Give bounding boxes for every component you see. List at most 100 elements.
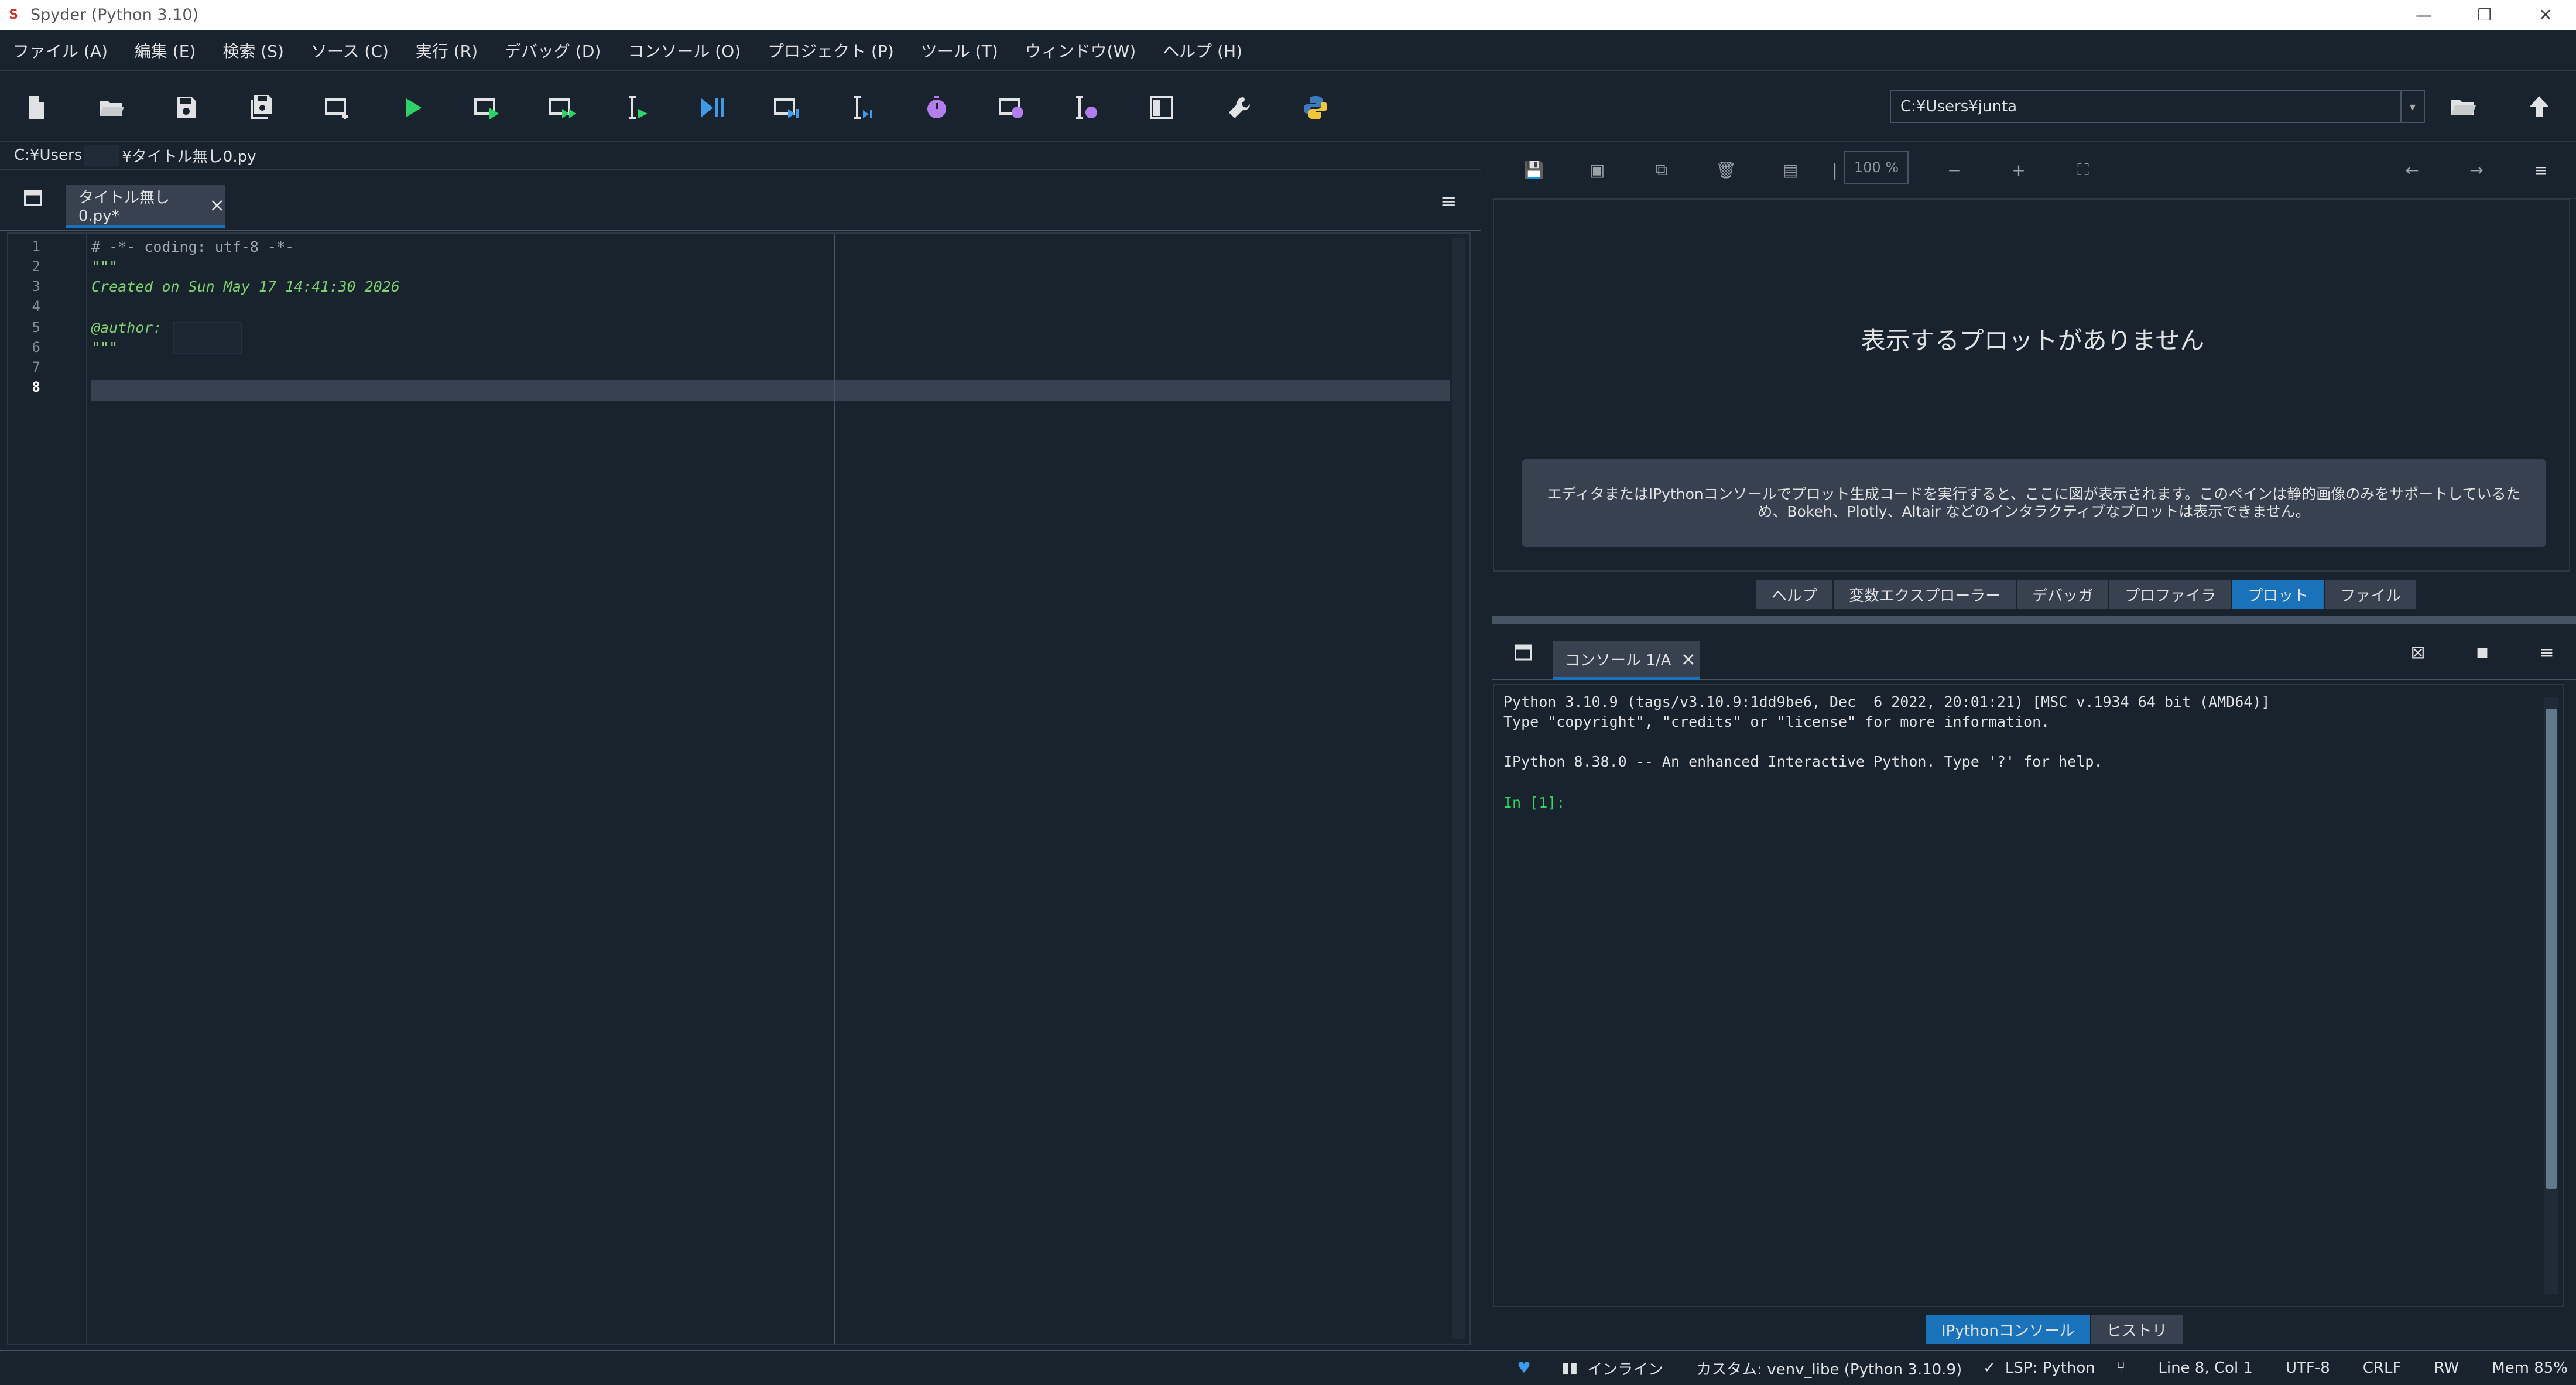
- redacted-segment: [84, 145, 120, 166]
- close-window-button[interactable]: ✕: [2515, 0, 2576, 30]
- next-plot-icon[interactable]: →: [2465, 158, 2488, 182]
- title-bar: S Spyder (Python 3.10) — ❐ ✕: [0, 0, 2576, 30]
- status-memory: Mem 85%: [2492, 1359, 2568, 1377]
- status-cursor: Line 8, Col 1: [2158, 1359, 2253, 1377]
- save-icon[interactable]: [167, 89, 205, 126]
- line-number-current: 8: [32, 379, 40, 395]
- console-scrollbar[interactable]: [2544, 697, 2558, 1294]
- editor-pane: C:¥Users ¥タイトル無し0.py タイトル無し0.py* × ≡ 1 2…: [0, 142, 1481, 1348]
- minimize-button[interactable]: —: [2393, 0, 2454, 30]
- parent-directory-icon[interactable]: [2520, 88, 2558, 125]
- tab-plots[interactable]: プロット: [2232, 580, 2325, 609]
- working-directory-text: C:¥Users¥junta: [1900, 98, 2017, 115]
- plots-options-icon[interactable]: ≡: [2529, 158, 2553, 182]
- editor-file-tab[interactable]: タイトル無し0.py* ×: [66, 185, 225, 228]
- profile-selection-icon[interactable]: [1068, 89, 1105, 126]
- git-branch-icon[interactable]: ⑂: [2116, 1359, 2126, 1377]
- window-title: Spyder (Python 3.10): [30, 6, 199, 24]
- browse-consoles-icon[interactable]: [1513, 642, 1534, 663]
- menu-tools[interactable]: ツール (T): [921, 39, 998, 62]
- status-rw: RW: [2434, 1359, 2459, 1377]
- close-tab-icon[interactable]: ×: [209, 194, 225, 216]
- working-directory-field[interactable]: C:¥Users¥junta ▾: [1890, 90, 2425, 123]
- breadcrumb-path-start: C:¥Users: [14, 146, 83, 164]
- menu-search[interactable]: 検索 (S): [222, 39, 284, 62]
- python-path-icon[interactable]: [1297, 89, 1334, 126]
- close-console-icon[interactable]: ×: [1680, 648, 1696, 670]
- menu-debug[interactable]: デバッグ (D): [505, 39, 601, 62]
- breadcrumb-path-end: ¥タイトル無し0.py: [122, 148, 256, 166]
- console-tab-label: コンソール 1/A: [1565, 651, 1671, 669]
- code-editor[interactable]: 1 2 3 4 5 6 7 8 # -*- coding: utf-8 -*- …: [7, 232, 1471, 1345]
- profile-cell-icon[interactable]: [993, 89, 1030, 126]
- run-icon[interactable]: [393, 89, 431, 126]
- save-plot-icon[interactable]: 💾: [1522, 158, 1546, 182]
- open-file-icon[interactable]: [93, 89, 130, 126]
- zoom-out-icon[interactable]: −: [1943, 158, 1966, 182]
- pane-splitter[interactable]: [1492, 616, 2576, 624]
- debug-selection-icon[interactable]: [843, 89, 881, 126]
- bar-chart-icon: ▮▮: [1561, 1359, 1578, 1377]
- console-tab[interactable]: コンソール 1/A ×: [1553, 641, 1700, 680]
- remove-plot-icon[interactable]: 🗑: [1714, 158, 1738, 182]
- new-file-icon[interactable]: [18, 89, 55, 126]
- save-all-plots-icon[interactable]: ▣: [1585, 158, 1609, 182]
- preferences-icon[interactable]: [1221, 89, 1258, 126]
- status-env[interactable]: カスタム: venv_libe (Python 3.10.9): [1696, 1357, 1962, 1379]
- remove-all-plots-icon[interactable]: ▤: [1779, 158, 1802, 182]
- save-all-icon[interactable]: [242, 89, 280, 126]
- copy-plot-icon[interactable]: ⧉: [1650, 158, 1673, 182]
- status-lsp[interactable]: ✓ LSP: Python: [1983, 1359, 2095, 1377]
- run-cell-advance-icon[interactable]: [543, 89, 581, 126]
- tab-files[interactable]: ファイル: [2325, 580, 2418, 609]
- line-number: 3: [32, 278, 40, 295]
- line-number: 1: [32, 238, 40, 255]
- menu-help[interactable]: ヘルプ (H): [1163, 39, 1242, 62]
- zoom-in-icon[interactable]: +: [2007, 158, 2030, 182]
- run-selection-icon[interactable]: [618, 89, 656, 126]
- plots-toolbar: 💾 ▣ ⧉ 🗑 ▤ | − + ⛶ ← → ≡: [1492, 142, 2576, 199]
- editor-scrollbar[interactable]: [1452, 238, 1465, 1339]
- menu-run[interactable]: 実行 (R): [416, 39, 478, 62]
- console-options-icon[interactable]: ≡: [2535, 641, 2558, 664]
- tab-history[interactable]: ヒストリ: [2091, 1315, 2184, 1344]
- code-line: # -*- coding: utf-8 -*-: [91, 238, 294, 255]
- debug-icon[interactable]: [693, 89, 731, 126]
- run-cell-icon[interactable]: [468, 89, 506, 126]
- restore-button[interactable]: ❐: [2454, 0, 2515, 30]
- line-number: 7: [32, 359, 40, 375]
- maximize-pane-icon[interactable]: [1143, 89, 1180, 126]
- zoom-level-field[interactable]: 100 %: [1844, 151, 1909, 184]
- menu-source[interactable]: ソース (C): [311, 39, 389, 62]
- edge-line: [834, 234, 835, 1344]
- console-output[interactable]: Python 3.10.9 (tags/v3.10.9:1dd9be6, Dec…: [1493, 684, 2564, 1307]
- debug-cell-icon[interactable]: [768, 89, 806, 126]
- console-prompt: In [1]:: [1503, 794, 1566, 811]
- console-line: Type "copyright", "credits" or "license"…: [1503, 713, 2050, 730]
- menu-edit[interactable]: 編集 (E): [135, 39, 196, 62]
- tab-ipython-console[interactable]: IPythonコンソール: [1926, 1315, 2091, 1344]
- menu-consoles[interactable]: コンソール (O): [628, 39, 741, 62]
- profile-icon[interactable]: [918, 89, 955, 126]
- menu-window[interactable]: ウィンドウ(W): [1025, 39, 1136, 62]
- menu-projects[interactable]: プロジェクト (P): [768, 39, 894, 62]
- clear-console-icon[interactable]: ⊠: [2406, 641, 2430, 664]
- code-lines: # -*- coding: utf-8 -*- """ Created on S…: [91, 234, 1455, 1344]
- stop-kernel-icon[interactable]: ■: [2471, 641, 2494, 664]
- browse-folder-icon[interactable]: [2444, 88, 2482, 125]
- status-inline-backend[interactable]: ▮▮ インライン: [1561, 1357, 1664, 1379]
- fit-plot-icon[interactable]: ⛶: [2071, 158, 2095, 182]
- console-scrollbar-thumb[interactable]: [2546, 709, 2557, 1189]
- menu-file[interactable]: ファイル (A): [13, 39, 108, 62]
- chevron-down-icon[interactable]: ▾: [2400, 91, 2424, 122]
- heart-icon[interactable]: ♥: [1517, 1359, 1540, 1377]
- tab-profiler[interactable]: プロファイラ: [2109, 580, 2233, 609]
- browse-tabs-icon[interactable]: [22, 187, 43, 208]
- tab-variable-explorer[interactable]: 変数エクスプローラー: [1834, 580, 2017, 609]
- new-cell-icon[interactable]: [319, 89, 357, 126]
- editor-options-icon[interactable]: ≡: [1440, 190, 1457, 213]
- tab-debugger[interactable]: デバッガ: [2017, 580, 2110, 609]
- previous-plot-icon[interactable]: ←: [2400, 158, 2424, 182]
- no-plots-title: 表示するプロットがありません: [1861, 326, 2205, 355]
- tab-help[interactable]: ヘルプ: [1756, 580, 1834, 609]
